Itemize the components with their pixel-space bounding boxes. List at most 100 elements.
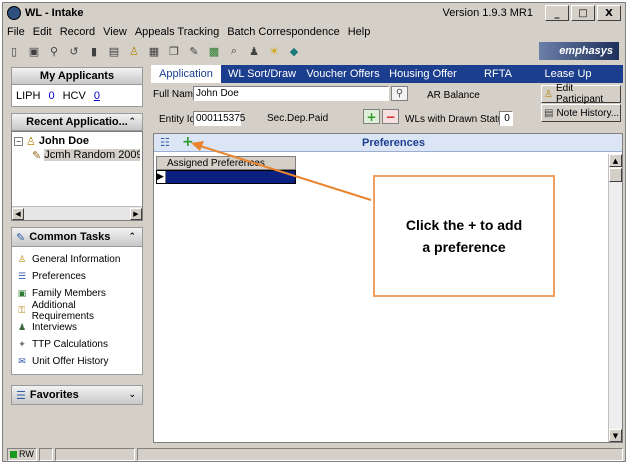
assigned-preferences-column-header[interactable]: Assigned Preferences: [156, 156, 296, 170]
task-general-information[interactable]: ♙ General Information: [16, 251, 138, 268]
maximize-button[interactable]: □: [571, 5, 595, 21]
list-icon: ☰: [17, 271, 27, 282]
diamond-icon[interactable]: ◆: [287, 44, 301, 58]
scroll-left-icon[interactable]: ◀: [12, 208, 24, 220]
recent-applications-header[interactable]: Recent Applicatio... ⌃: [11, 113, 143, 131]
recent-title: Recent Applicatio...: [26, 116, 128, 128]
menu-edit[interactable]: Edit: [33, 26, 52, 38]
zoom-icon[interactable]: ⌕: [227, 44, 241, 58]
wls-drawn-status-label: WLs with Drawn Status: [405, 114, 509, 125]
status-cell: [136, 447, 623, 461]
menu-batch-correspondence[interactable]: Batch Correspondence: [227, 26, 340, 38]
scroll-up-icon[interactable]: ▲: [609, 154, 622, 167]
preferences-title: Preferences: [362, 136, 425, 149]
title-bar: WL - Intake Version 1.9.3 MR1 _ □ X: [3, 3, 625, 23]
full-name-field[interactable]: John Doe: [193, 86, 389, 101]
edit-participant-button[interactable]: ♙ Edit Participant: [541, 83, 621, 105]
search-icon[interactable]: ⚲: [47, 44, 61, 58]
save-icon[interactable]: ▣: [27, 44, 41, 58]
calculator-icon[interactable]: ▤: [107, 44, 121, 58]
window-title: WL - Intake: [25, 7, 84, 19]
favorites-header[interactable]: ☰ Favorites ⌄: [11, 385, 143, 405]
preferences-header: ☷ + Preferences: [154, 134, 622, 152]
person-icon[interactable]: ♙: [127, 44, 141, 58]
scroll-right-icon[interactable]: ▶: [130, 208, 142, 220]
version-label: Version 1.9.3 MR1: [442, 7, 534, 19]
task-label: Additional Requirements: [31, 299, 94, 322]
menu-help[interactable]: Help: [348, 26, 371, 38]
task-additional-requirements[interactable]: ⚿ Additional Requirements: [16, 299, 138, 322]
left-pane: My Applicants LIPH 0 HCV 0 Recent Applic…: [11, 67, 143, 427]
tree-expander[interactable]: −: [14, 136, 23, 146]
menu-record[interactable]: Record: [60, 26, 95, 38]
task-ttp-calculations[interactable]: ✦ TTP Calculations: [16, 336, 138, 353]
envelope-icon: ✉: [18, 356, 26, 367]
task-interviews[interactable]: ♟ Interviews: [16, 319, 138, 336]
liph-count-link[interactable]: 0: [48, 90, 54, 102]
hcv-label: HCV: [62, 89, 86, 102]
tab-housing-offer[interactable]: Housing Offer: [383, 65, 463, 83]
tab-application[interactable]: Application: [151, 65, 221, 83]
add-preference-icon[interactable]: +: [182, 134, 194, 150]
menu-view[interactable]: View: [103, 26, 127, 38]
common-tasks-list: ♙ General Information ☰ Preferences ▣ Fa…: [11, 247, 143, 375]
menu-file[interactable]: File: [7, 26, 25, 38]
ar-balance-label: AR Balance: [427, 90, 480, 101]
grid-icon[interactable]: ▩: [207, 44, 221, 58]
tab-lease-up[interactable]: Lease Up: [533, 65, 603, 83]
entity-id-field[interactable]: 000115375: [193, 111, 245, 126]
favorites-title: Favorites: [29, 389, 79, 401]
status-grid-icon: [38, 447, 53, 461]
hcv-count-link[interactable]: 0: [94, 90, 100, 102]
wls-drawn-status-field[interactable]: 0: [499, 111, 513, 126]
menu-appeals-tracking[interactable]: Appeals Tracking: [135, 26, 219, 38]
close-button[interactable]: X: [597, 5, 621, 21]
tree-item-waitlist[interactable]: ✎ Jcmh Random 2009: [14, 148, 140, 162]
tab-voucher-offers[interactable]: Voucher Offers: [303, 65, 383, 83]
gear-icon: ✦: [18, 339, 26, 350]
full-name-label: Full Name: [153, 89, 199, 100]
idea-icon[interactable]: ☀: [267, 44, 281, 58]
tree-item-label: John Doe: [38, 135, 89, 147]
tasks-icon: ✎: [16, 230, 26, 244]
list-icon[interactable]: ☷: [160, 136, 170, 149]
copy-icon[interactable]: ❐: [167, 44, 181, 58]
task-label: TTP Calculations: [32, 339, 108, 350]
task-preferences[interactable]: ☰ Preferences: [16, 268, 138, 285]
note-history-button[interactable]: ▤ Note History...: [541, 104, 621, 122]
task-unit-offer-history[interactable]: ✉ Unit Offer History: [16, 353, 138, 370]
scroll-thumb[interactable]: [609, 168, 622, 182]
key-icon: ⚿: [18, 305, 26, 316]
tab-wl-sort-draw[interactable]: WL Sort/Draw: [221, 65, 303, 83]
status-mode-label: RW: [19, 449, 34, 459]
delete-icon[interactable]: ▮: [87, 44, 101, 58]
users-icon[interactable]: ♟: [247, 44, 261, 58]
remove-icon[interactable]: −: [382, 109, 399, 124]
table-row[interactable]: ▶: [156, 170, 296, 184]
toolbar: ▯ ▣ ⚲ ↺ ▮ ▤ ♙ ▦ ❐ ✎ ▩ ⌕ ♟ ☀ ◆ emphasys: [3, 41, 625, 61]
refresh-icon[interactable]: ↺: [67, 44, 81, 58]
expand-chevron-icon[interactable]: ⌄: [128, 390, 136, 400]
edit-icon[interactable]: ✎: [187, 44, 201, 58]
collapse-chevron-icon[interactable]: ⌃: [128, 117, 136, 127]
applicant-form: Full Name John Doe ⚲ AR Balance Entity I…: [151, 83, 623, 131]
tree-item-john-doe[interactable]: − ♙ John Doe: [14, 134, 140, 148]
note-history-label: Note History...: [556, 107, 620, 119]
tab-bar: Application WL Sort/Draw Voucher Offers …: [151, 65, 623, 83]
search-person-icon[interactable]: ⚲: [391, 86, 408, 101]
common-tasks-header[interactable]: ✎ Common Tasks ⌃: [11, 227, 143, 247]
scroll-down-icon[interactable]: ▼: [609, 429, 622, 442]
tab-rfta[interactable]: RFTA: [463, 65, 533, 83]
minimize-button[interactable]: _: [545, 5, 569, 21]
task-label: General Information: [32, 254, 121, 265]
new-icon[interactable]: ▯: [7, 44, 21, 58]
horizontal-scrollbar[interactable]: ◀ ▶: [12, 206, 142, 220]
add-icon[interactable]: +: [363, 109, 380, 124]
my-applicants-row: LIPH 0 HCV 0: [11, 85, 143, 107]
collapse-chevron-icon[interactable]: ⌃: [128, 232, 136, 242]
tree-item-label: Jcmh Random 2009: [44, 149, 140, 161]
emphasys-logo: emphasys: [539, 42, 619, 60]
print-icon[interactable]: ▦: [147, 44, 161, 58]
task-label: Family Members: [32, 288, 106, 299]
vertical-scrollbar[interactable]: ▲ ▼: [608, 154, 622, 442]
